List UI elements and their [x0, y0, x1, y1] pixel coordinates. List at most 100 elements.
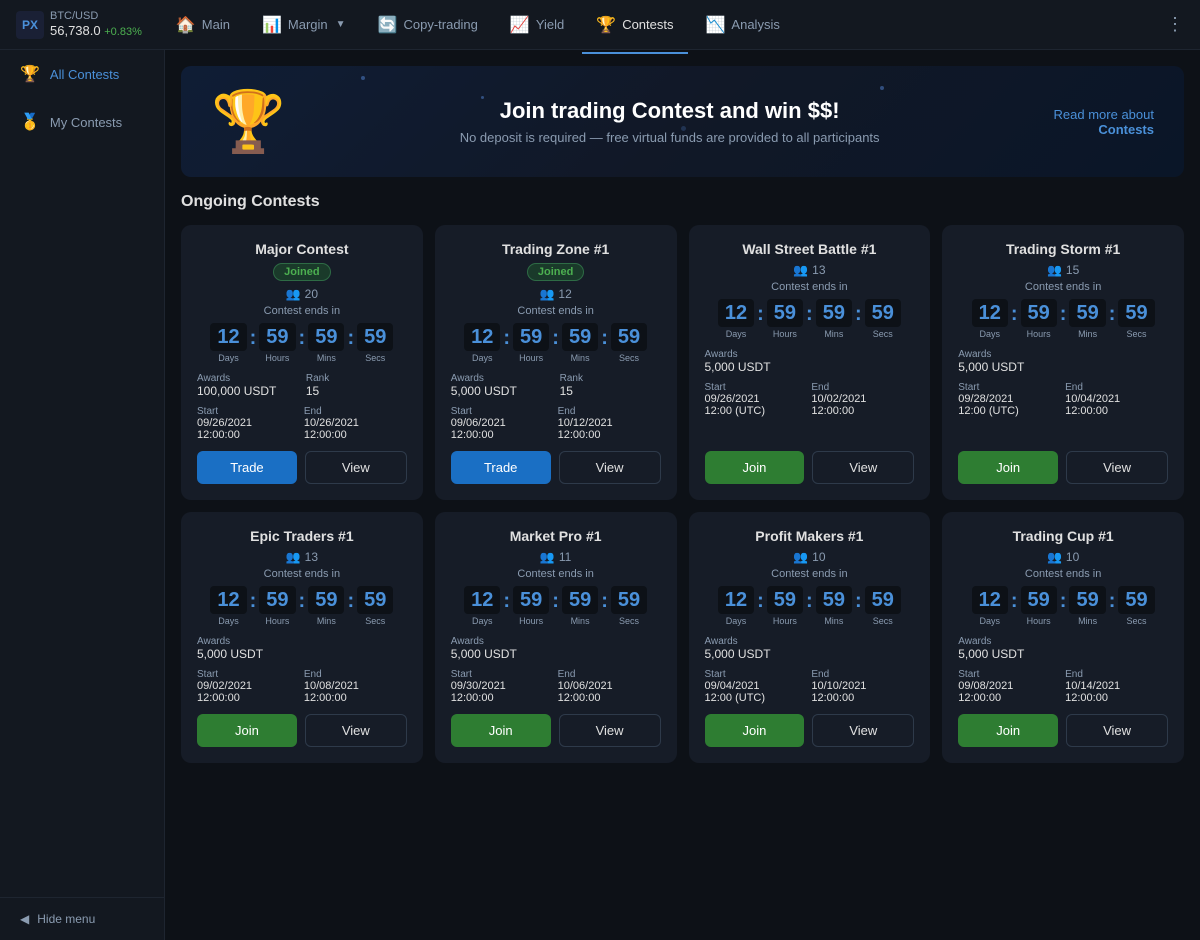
start-date-cell: Start 09/30/2021 12:00:00: [451, 669, 554, 704]
hours-block: 59 Hours: [1021, 299, 1057, 339]
button-row: Trade View: [451, 451, 661, 484]
rank-cell: Rank 15: [306, 373, 407, 398]
days-block: 12 Days: [464, 323, 500, 363]
join-button[interactable]: Join: [958, 451, 1058, 484]
end-date: 10/06/2021: [558, 680, 661, 692]
join-button[interactable]: Join: [197, 714, 297, 747]
more-menu-button[interactable]: ⋮: [1166, 14, 1184, 35]
hide-menu-button[interactable]: ◀ Hide menu: [0, 897, 164, 940]
hours-label: Hours: [265, 616, 289, 626]
days-block: 12 Days: [972, 299, 1008, 339]
view-button[interactable]: View: [1066, 714, 1168, 747]
hours-label: Hours: [773, 616, 797, 626]
secs-label: Secs: [365, 616, 385, 626]
button-row: Join View: [705, 451, 915, 484]
days-label: Days: [472, 353, 493, 363]
nav-analysis[interactable]: 📉 Analysis: [692, 9, 794, 41]
chevron-left-icon: ◀: [20, 912, 29, 926]
days-value: 12: [210, 323, 246, 351]
nav-main[interactable]: 🏠 Main: [162, 9, 244, 41]
days-block: 12 Days: [210, 323, 246, 363]
start-date-cell: Start 09/04/2021 12:00 (UTC): [705, 669, 808, 704]
awards-label: Awards: [705, 349, 806, 360]
secs-block: 59 Secs: [611, 586, 647, 626]
participants-count: 👥 20: [197, 287, 407, 301]
mins-value: 59: [308, 586, 344, 614]
yield-icon: 📈: [510, 15, 530, 35]
dates-row: Start 09/28/2021 12:00 (UTC) End 10/04/2…: [958, 382, 1168, 417]
secs-label: Secs: [619, 616, 639, 626]
hours-label: Hours: [519, 353, 543, 363]
info-grid: Awards 5,000 USDT: [451, 636, 661, 661]
join-button[interactable]: Join: [705, 451, 805, 484]
participants-count: 👥 13: [197, 550, 407, 564]
star-decoration: [681, 126, 686, 131]
trade-button[interactable]: Trade: [451, 451, 551, 484]
trade-button[interactable]: Trade: [197, 451, 297, 484]
rank-value: 15: [306, 384, 407, 398]
info-grid: Awards 5,000 USDT Rank 15: [451, 373, 661, 398]
days-value: 12: [464, 323, 500, 351]
participants-count: 👥 12: [451, 287, 661, 301]
hours-value: 59: [767, 299, 803, 327]
participants-count: 👥 11: [451, 550, 661, 564]
info-grid: Awards 100,000 USDT Rank 15: [197, 373, 407, 398]
separator: :: [552, 590, 559, 623]
secs-label: Secs: [1126, 329, 1146, 339]
start-date-cell: Start 09/08/2021 12:00:00: [958, 669, 1061, 704]
sidebar-item-my-contests[interactable]: 🥇 My Contests: [0, 98, 164, 146]
end-date: 10/14/2021: [1065, 680, 1168, 692]
logo-icon: PX: [16, 11, 44, 39]
countdown: 12 Days : 59 Hours : 59 Mins : 59 Secs: [705, 299, 915, 339]
secs-value: 59: [865, 586, 901, 614]
end-label: End: [1065, 382, 1168, 393]
card-title: Major Contest: [197, 241, 407, 257]
contest-card: Trading Zone #1 Joined 👥 12 Contest ends…: [435, 225, 677, 500]
nav-yield[interactable]: 📈 Yield: [496, 9, 578, 41]
end-date-cell: End 10/02/2021 12:00:00: [811, 382, 914, 417]
view-button[interactable]: View: [812, 714, 914, 747]
hours-value: 59: [513, 586, 549, 614]
join-button[interactable]: Join: [705, 714, 805, 747]
days-label: Days: [726, 616, 747, 626]
contest-card: Major Contest Joined 👥 20 Contest ends i…: [181, 225, 423, 500]
secs-label: Secs: [365, 353, 385, 363]
sidebar-item-all-contests[interactable]: 🏆 All Contests: [0, 50, 164, 98]
end-date: 10/02/2021: [811, 393, 914, 405]
view-button[interactable]: View: [305, 451, 407, 484]
button-row: Join View: [958, 714, 1168, 747]
contests-link-text: Contests: [1098, 122, 1154, 137]
nav-contests[interactable]: 🏆 Contests: [582, 9, 687, 41]
view-button[interactable]: View: [559, 451, 661, 484]
view-button[interactable]: View: [559, 714, 661, 747]
ends-in-label: Contest ends in: [451, 305, 661, 317]
dates-row: Start 09/26/2021 12:00 (UTC) End 10/02/2…: [705, 382, 915, 417]
nav-margin[interactable]: 📊 Margin ▼: [248, 9, 360, 41]
start-date-cell: Start 09/26/2021 12:00 (UTC): [705, 382, 808, 417]
start-date-cell: Start 09/28/2021 12:00 (UTC): [958, 382, 1061, 417]
read-more-link[interactable]: Read more about Contests: [1054, 107, 1154, 137]
nav-copy-trading[interactable]: 🔄 Copy-trading: [364, 9, 492, 41]
awards-label: Awards: [451, 373, 552, 384]
view-button[interactable]: View: [1066, 451, 1168, 484]
hours-block: 59 Hours: [767, 299, 803, 339]
days-block: 12 Days: [210, 586, 246, 626]
separator: :: [503, 327, 510, 360]
awards-label: Awards: [705, 636, 806, 647]
mins-block: 59 Mins: [562, 323, 598, 363]
join-button[interactable]: Join: [451, 714, 551, 747]
participants-count: 👥 10: [958, 550, 1168, 564]
ends-in-label: Contest ends in: [958, 281, 1168, 293]
margin-icon: 📊: [262, 15, 282, 35]
participants-number: 13: [305, 550, 318, 564]
countdown: 12 Days : 59 Hours : 59 Mins : 59 Secs: [451, 323, 661, 363]
end-date-cell: End 10/04/2021 12:00:00: [1065, 382, 1168, 417]
view-button[interactable]: View: [305, 714, 407, 747]
countdown: 12 Days : 59 Hours : 59 Mins : 59 Secs: [958, 299, 1168, 339]
join-button[interactable]: Join: [958, 714, 1058, 747]
contest-card: Trading Cup #1 👥 10 Contest ends in 12 D…: [942, 512, 1184, 763]
sidebar: 🏆 All Contests 🥇 My Contests ◀ Hide menu: [0, 50, 165, 940]
participants-number: 11: [559, 550, 571, 564]
separator: :: [601, 327, 608, 360]
view-button[interactable]: View: [812, 451, 914, 484]
